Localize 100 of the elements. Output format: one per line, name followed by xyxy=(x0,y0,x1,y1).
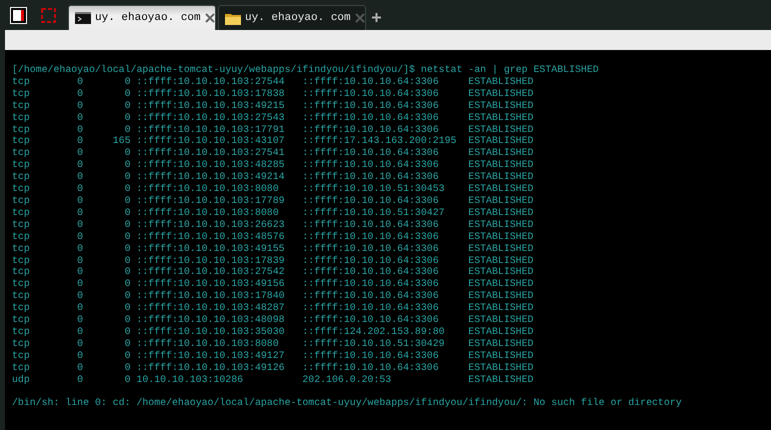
send-queue: 0 xyxy=(124,326,130,338)
send-queue: 0 xyxy=(124,314,130,326)
send-queue: 0 xyxy=(124,374,130,386)
connection-state: ESTABLISHED xyxy=(468,230,534,243)
send-queue: 0 xyxy=(124,88,130,100)
local-address: ::ffff:10.10.10.103:48287 xyxy=(136,302,286,314)
connection-state: ESTABLISHED xyxy=(468,76,534,88)
send-queue: 0 xyxy=(124,254,130,266)
send-queue: 0 xyxy=(124,183,130,195)
local-address: ::ffff:10.10.10.103:8080 xyxy=(136,338,280,350)
local-address: ::ffff:10.10.10.103:49215 xyxy=(136,100,286,112)
connection-state: ESTABLISHED xyxy=(468,350,534,362)
recv-queue: 0 xyxy=(77,124,84,136)
connection-state: ESTABLISHED xyxy=(468,112,534,124)
window-icon[interactable] xyxy=(8,4,28,26)
recv-queue: 0 xyxy=(77,242,84,254)
local-address: ::ffff:10.10.10.103:49126 xyxy=(136,362,286,374)
protocol: tcp xyxy=(12,147,31,160)
send-queue: 0 xyxy=(124,147,130,160)
local-address: ::ffff:10.10.10.103:49156 xyxy=(136,278,286,290)
local-address: ::ffff:10.10.10.103:35030 xyxy=(136,326,286,338)
foreign-address: ::ffff:10.10.10.64:3306 xyxy=(302,194,440,207)
protocol: tcp xyxy=(12,76,31,88)
foreign-address: ::ffff:10.10.10.51:30429 xyxy=(302,338,446,350)
connection-state: ESTABLISHED xyxy=(468,302,534,314)
send-queue: 0 xyxy=(124,124,130,136)
close-icon[interactable] xyxy=(204,13,215,23)
connection-state: ESTABLISHED xyxy=(468,206,534,219)
local-address: ::ffff:10.10.10.103:8080 xyxy=(136,206,280,219)
send-queue: 165 xyxy=(112,135,130,148)
recv-queue: 0 xyxy=(77,206,84,219)
tab[interactable]: uy. ehaoyao. com xyxy=(68,5,216,30)
protocol: tcp xyxy=(12,290,31,302)
foreign-address: ::ffff:10.10.10.64:3306 xyxy=(302,266,440,278)
protocol: tcp xyxy=(12,100,31,112)
connection-state: ESTABLISHED xyxy=(468,147,534,160)
protocol: tcp xyxy=(12,183,31,195)
local-address: ::ffff:10.10.10.103:27544 xyxy=(136,76,286,88)
send-queue: 0 xyxy=(124,194,130,207)
plus-icon[interactable] xyxy=(372,13,381,22)
recv-queue: 0 xyxy=(77,374,84,386)
send-queue: 0 xyxy=(124,278,130,290)
recv-queue: 0 xyxy=(77,278,84,290)
local-address: ::ffff:10.10.10.103:17791 xyxy=(136,124,286,136)
protocol: tcp xyxy=(12,266,31,278)
send-queue: 0 xyxy=(124,230,130,243)
local-address: ::ffff:10.10.10.103:27543 xyxy=(136,112,286,124)
protocol: tcp xyxy=(12,302,31,314)
recv-queue: 0 xyxy=(77,88,84,100)
recv-queue: 0 xyxy=(77,194,84,207)
local-address: ::ffff:10.10.10.103:26623 xyxy=(136,218,286,231)
local-address: ::ffff:10.10.10.103:27541 xyxy=(136,147,286,160)
protocol: tcp xyxy=(12,206,31,219)
connection-state: ESTABLISHED xyxy=(468,194,534,207)
recv-queue: 0 xyxy=(77,230,84,243)
recv-queue: 0 xyxy=(77,254,84,266)
connection-state: ESTABLISHED xyxy=(468,218,534,231)
recv-queue: 0 xyxy=(77,171,84,184)
send-queue: 0 xyxy=(124,290,130,302)
terminal-icon xyxy=(75,12,91,24)
protocol: tcp xyxy=(12,218,31,231)
protocol: tcp xyxy=(12,314,31,326)
send-queue: 0 xyxy=(124,242,130,254)
send-queue: 0 xyxy=(124,266,130,278)
recv-queue: 0 xyxy=(77,314,84,326)
recv-queue: 0 xyxy=(77,159,84,172)
local-address: ::ffff:10.10.10.103:8080 xyxy=(136,183,280,195)
connection-state: ESTABLISHED xyxy=(468,242,534,254)
tab[interactable]: uy. ehaoyao. com xyxy=(218,5,366,30)
protocol: tcp xyxy=(12,338,31,350)
protocol: tcp xyxy=(12,230,31,243)
protocol: tcp xyxy=(12,242,31,254)
recv-queue: 0 xyxy=(77,362,84,374)
connection-state: ESTABLISHED xyxy=(468,183,534,195)
foreign-address: ::ffff:10.10.10.64:3306 xyxy=(302,362,440,374)
local-address: ::ffff:10.10.10.103:48098 xyxy=(136,314,286,326)
send-queue: 0 xyxy=(124,76,130,88)
recv-queue: 0 xyxy=(77,112,84,124)
protocol: tcp xyxy=(12,88,31,100)
foreign-address: ::ffff:17.143.163.200:2195 xyxy=(302,135,458,148)
command-line: [/home/ehaoyao/local/apache-tomcat-uyuy/webapps/ifindyou/ifindyou/]$ netstat -an | grep ESTABLISHED xyxy=(12,64,599,76)
connection-state: ESTABLISHED xyxy=(468,135,534,148)
protocol: tcp xyxy=(12,124,31,136)
recv-queue: 0 xyxy=(77,302,84,314)
foreign-address: ::ffff:10.10.10.64:3306 xyxy=(302,314,440,326)
protocol: tcp xyxy=(12,171,31,184)
send-queue: 0 xyxy=(124,159,130,172)
send-queue: 0 xyxy=(124,302,130,314)
foreign-address: ::ffff:10.10.10.64:3306 xyxy=(302,159,440,172)
foreign-address: 202.106.0.20:53 xyxy=(302,374,392,386)
local-address: ::ffff:10.10.10.103:17789 xyxy=(136,194,286,207)
foreign-address: ::ffff:10.10.10.64:3306 xyxy=(302,88,440,100)
protocol: tcp xyxy=(12,278,31,290)
local-address: ::ffff:10.10.10.103:48285 xyxy=(136,159,286,172)
foreign-address: ::ffff:10.10.10.51:30453 xyxy=(302,183,446,195)
protocol: tcp xyxy=(12,326,31,338)
send-queue: 0 xyxy=(124,100,130,112)
connection-state: ESTABLISHED xyxy=(468,88,534,100)
connection-state: ESTABLISHED xyxy=(468,326,534,338)
connection-state: ESTABLISHED xyxy=(468,100,534,112)
